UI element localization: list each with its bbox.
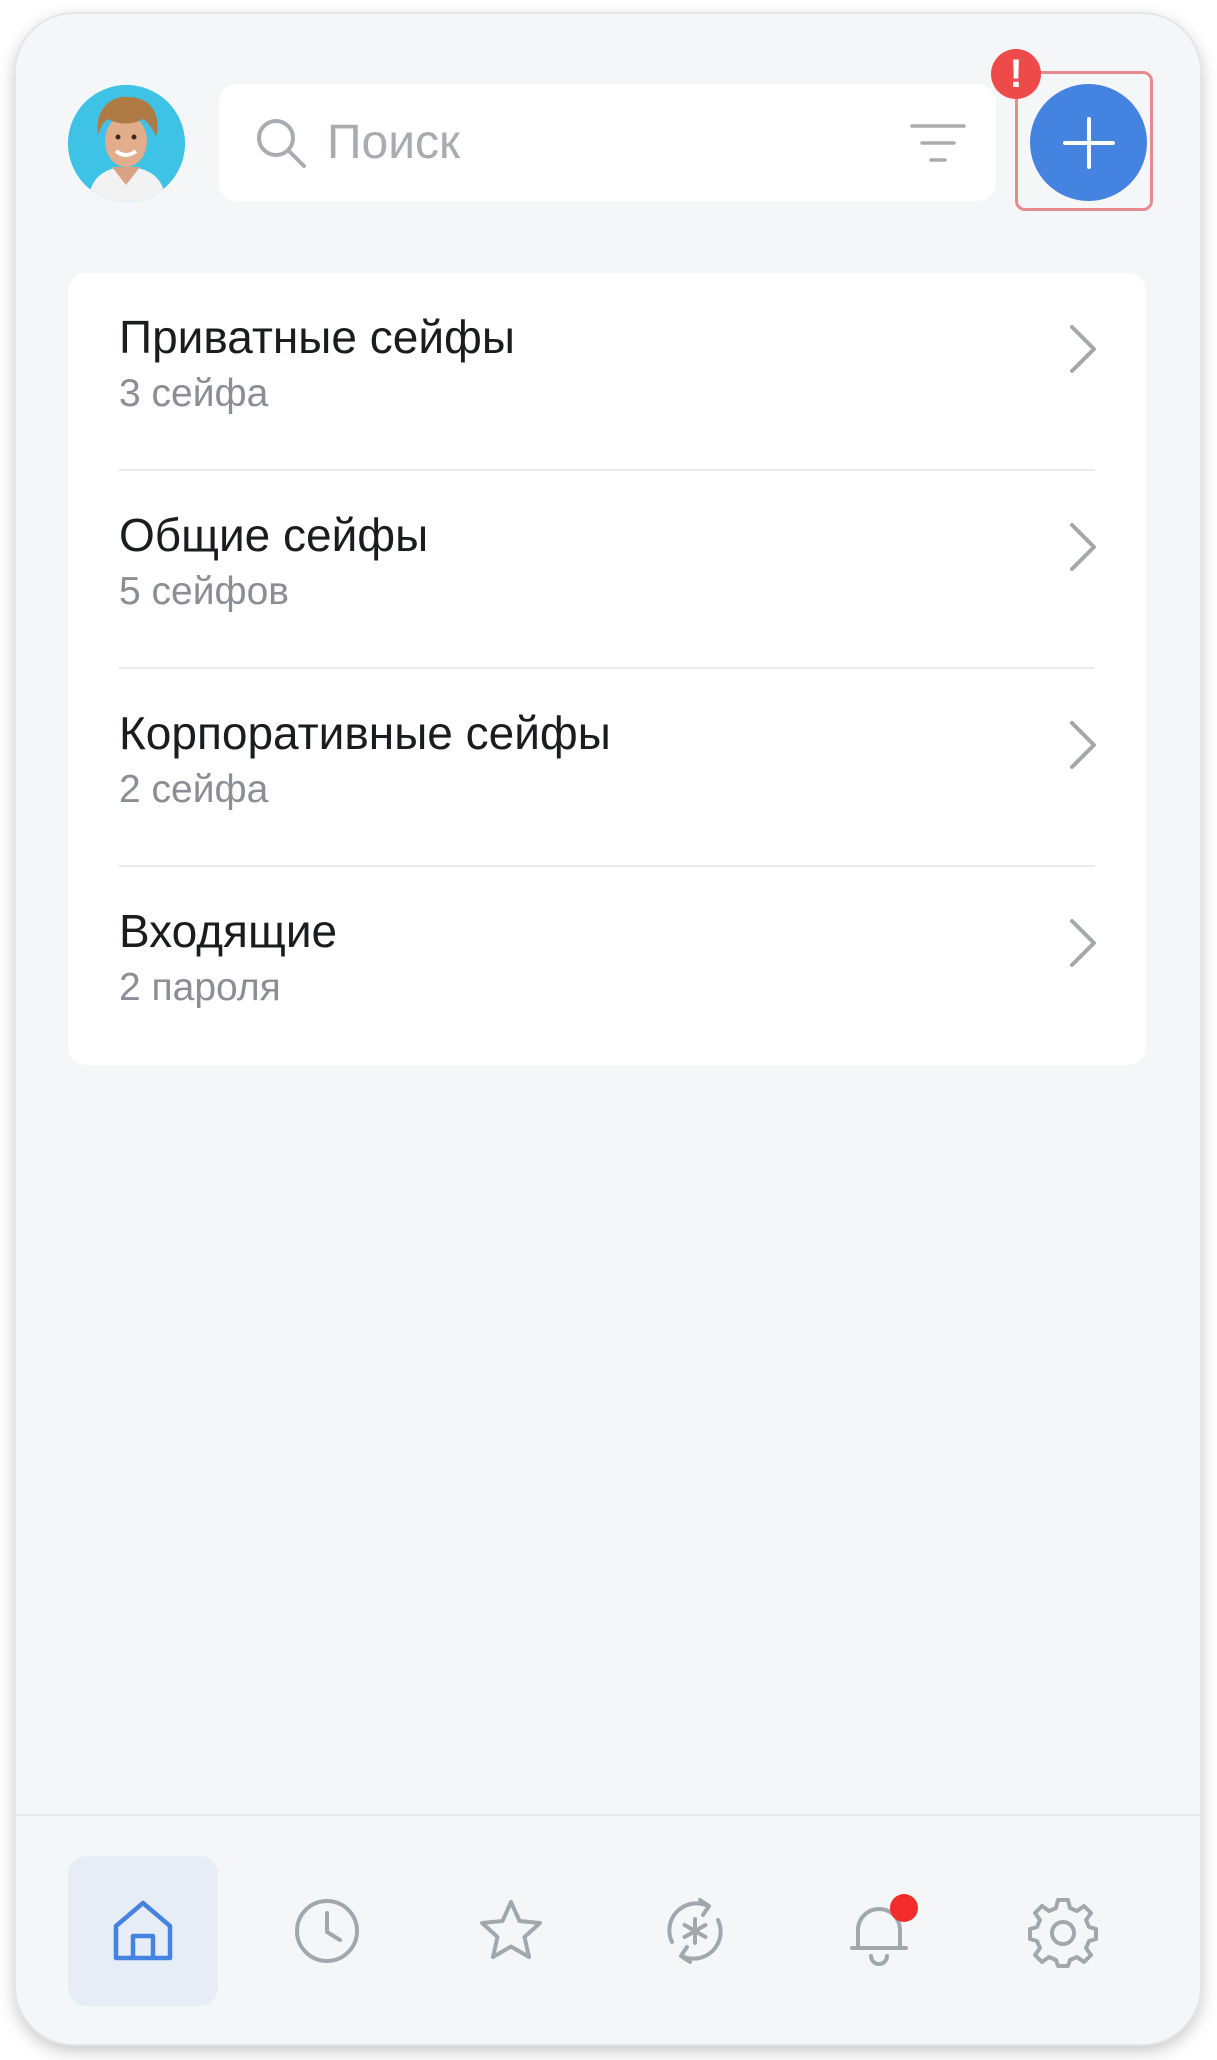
bottom-nav	[16, 1814, 1200, 2044]
list-item-subtitle: 5 сейфов	[119, 570, 289, 613]
app-screen: Поиск ! Приватные сейфы 3 сейфа Общие се…	[16, 14, 1200, 2044]
list-item[interactable]: Общие сейфы 5 сейфов	[68, 471, 1146, 669]
gear-icon	[1028, 1898, 1098, 1968]
notification-dot	[890, 1894, 918, 1922]
alert-badge: !	[991, 49, 1041, 99]
nav-notifications[interactable]	[804, 1856, 954, 2006]
list-item-subtitle: 2 пароля	[119, 966, 281, 1009]
filter-icon[interactable]	[910, 122, 966, 164]
list-item[interactable]: Приватные сейфы 3 сейфа	[68, 273, 1146, 471]
list-item-subtitle: 2 сейфа	[119, 768, 269, 811]
chevron-right-icon	[1070, 325, 1096, 373]
nav-password-generator[interactable]	[620, 1856, 770, 2006]
plus-icon	[1062, 116, 1115, 169]
list-item-subtitle: 3 сейфа	[119, 372, 269, 415]
search-icon	[257, 119, 306, 168]
vault-list: Приватные сейфы 3 сейфа Общие сейфы 5 се…	[68, 273, 1146, 1065]
home-icon	[113, 1900, 173, 1961]
avatar-image	[68, 85, 185, 202]
clock-icon	[295, 1899, 359, 1963]
search-placeholder: Поиск	[327, 116, 461, 169]
user-avatar[interactable]	[68, 85, 185, 202]
list-item[interactable]: Входящие 2 пароля	[68, 867, 1146, 1065]
list-item[interactable]: Корпоративные сейфы 2 сейфа	[68, 669, 1146, 867]
password-generator-icon	[667, 1898, 723, 1964]
chevron-right-icon	[1070, 523, 1096, 571]
list-item-title: Общие сейфы	[119, 509, 429, 561]
list-item-title: Приватные сейфы	[119, 311, 515, 363]
add-button[interactable]	[1030, 84, 1147, 201]
nav-settings[interactable]	[988, 1856, 1138, 2006]
list-item-title: Входящие	[119, 905, 338, 957]
chevron-right-icon	[1070, 919, 1096, 967]
nav-recent[interactable]	[252, 1856, 402, 2006]
search-input[interactable]: Поиск	[219, 84, 996, 201]
nav-favorites[interactable]	[436, 1856, 586, 2006]
star-icon	[480, 1900, 542, 1959]
list-item-title: Корпоративные сейфы	[119, 707, 611, 759]
chevron-right-icon	[1070, 721, 1096, 769]
nav-home[interactable]	[68, 1856, 218, 2006]
